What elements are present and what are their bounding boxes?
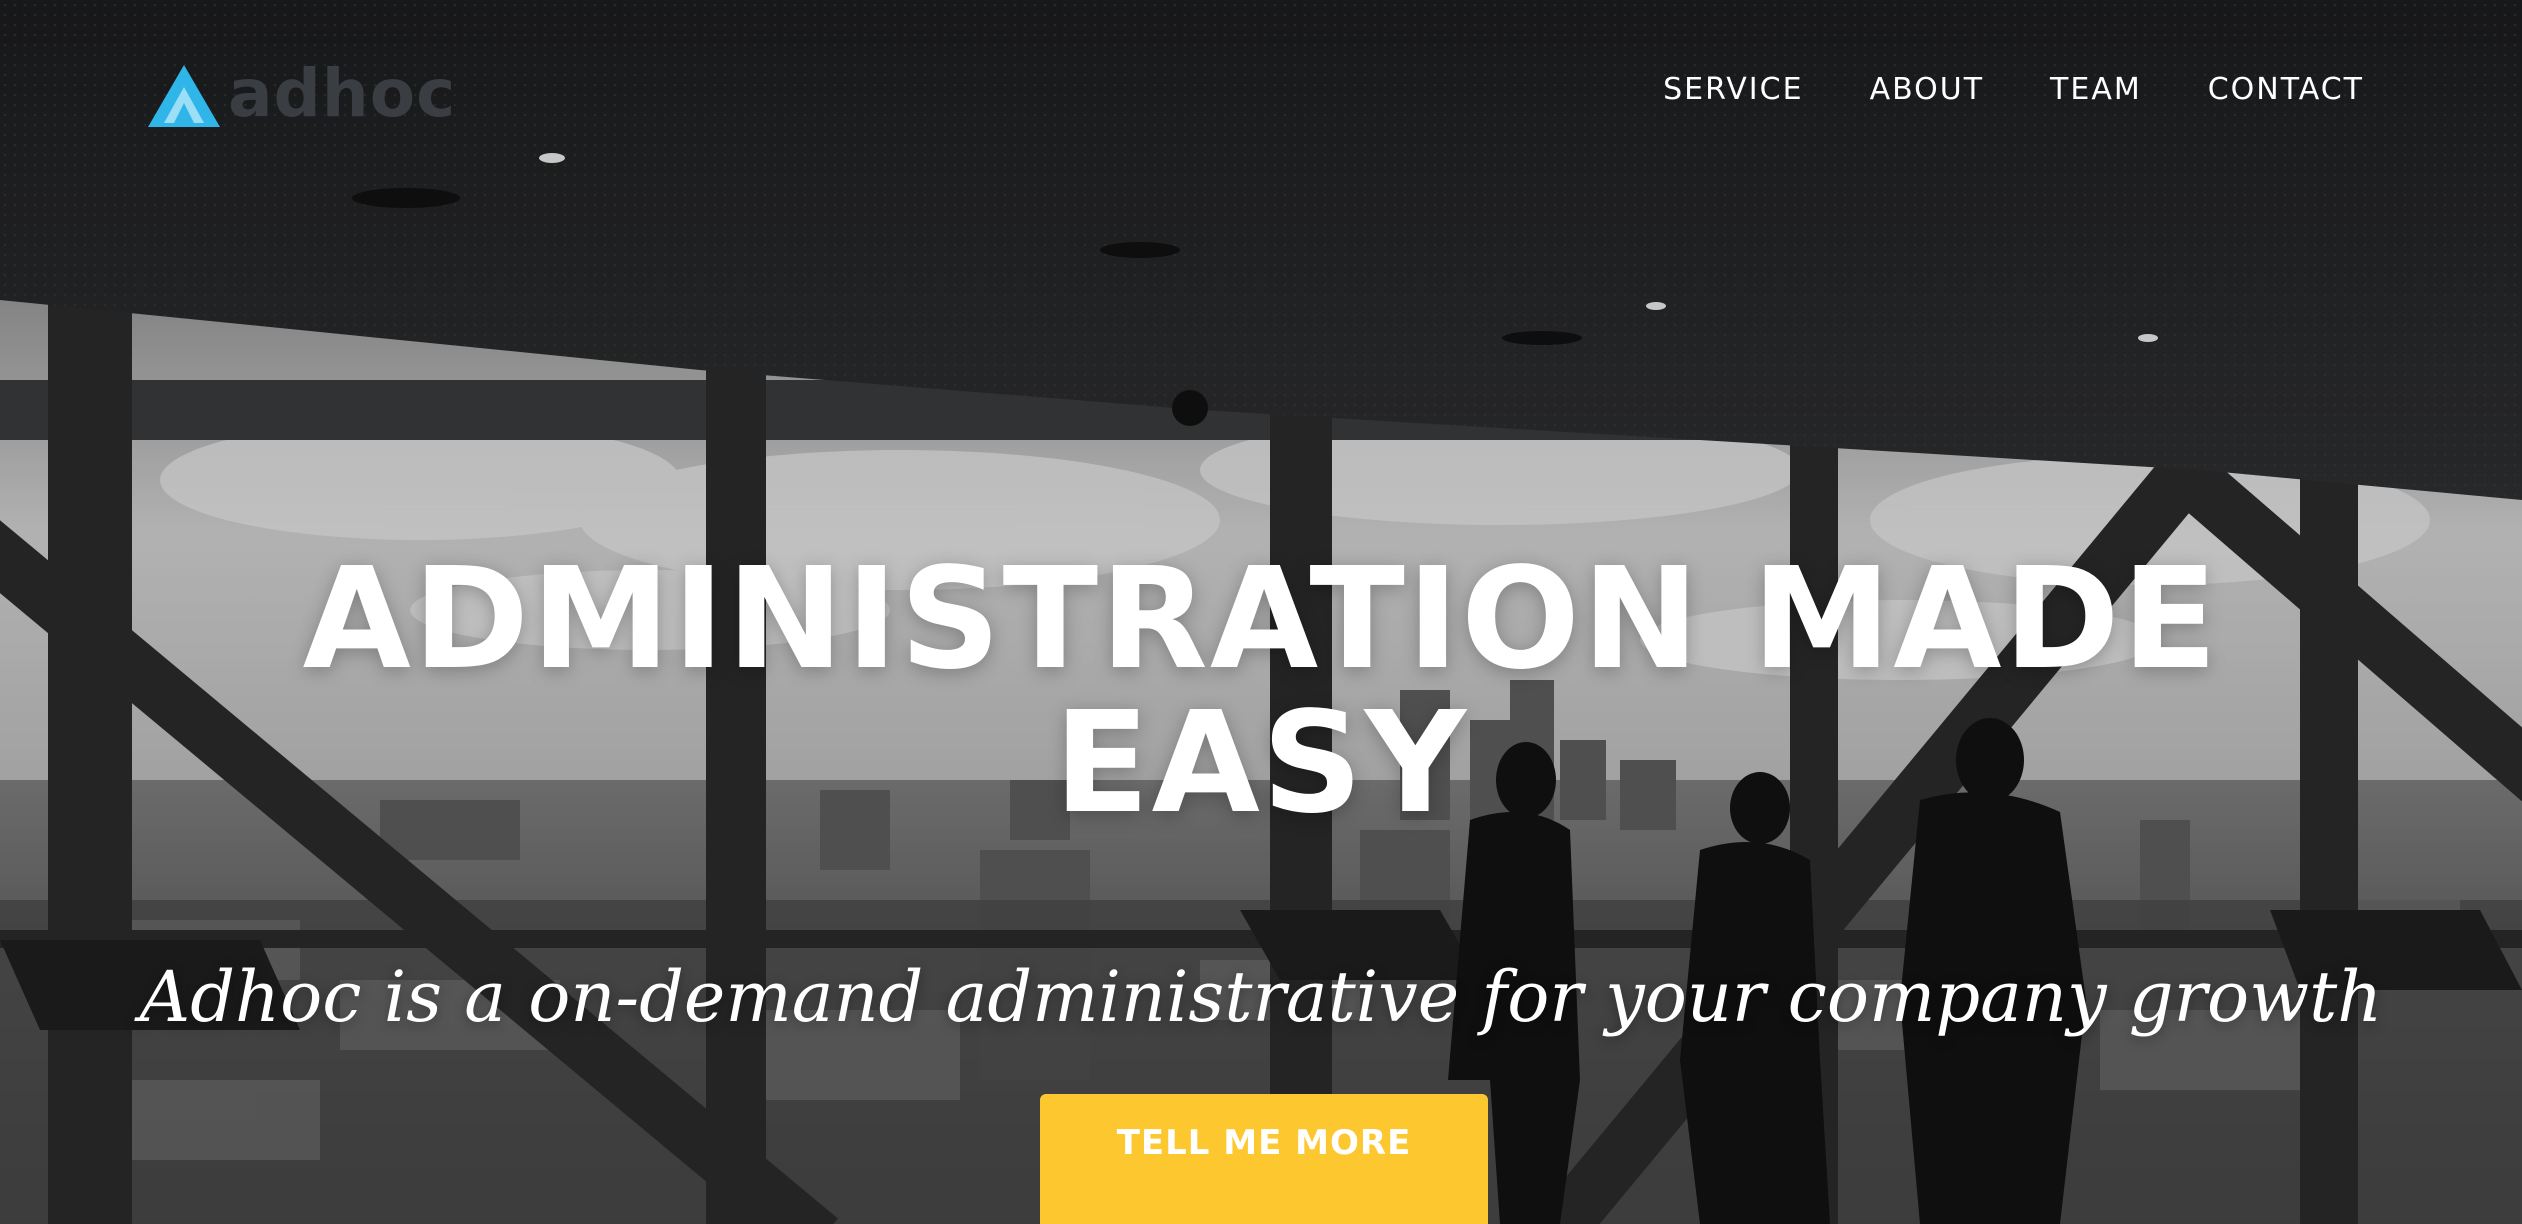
hero-section: ADMINISTRATION MADE EASY Adhoc is a on-d…: [0, 0, 2522, 1224]
nav-link-about[interactable]: ABOUT: [1870, 66, 1984, 114]
triangle-logo-icon: [148, 65, 220, 127]
tell-me-more-button[interactable]: TELL ME MORE: [1040, 1094, 1488, 1224]
nav-link-contact[interactable]: CONTACT: [2208, 66, 2364, 114]
nav-link-service[interactable]: SERVICE: [1663, 66, 1803, 114]
hero-subheading: Adhoc is a on-demand administrative for …: [139, 956, 2383, 1038]
hero-heading: ADMINISTRATION MADE EASY: [302, 538, 2220, 845]
nav-menu: SERVICE ABOUT TEAM CONTACT: [1597, 66, 2364, 114]
main-navbar: adhoc SERVICE ABOUT TEAM CONTACT: [0, 0, 2522, 180]
brand-logo-link[interactable]: adhoc: [146, 58, 456, 134]
brand-name: adhoc: [228, 55, 457, 132]
nav-link-team[interactable]: TEAM: [2050, 66, 2142, 114]
